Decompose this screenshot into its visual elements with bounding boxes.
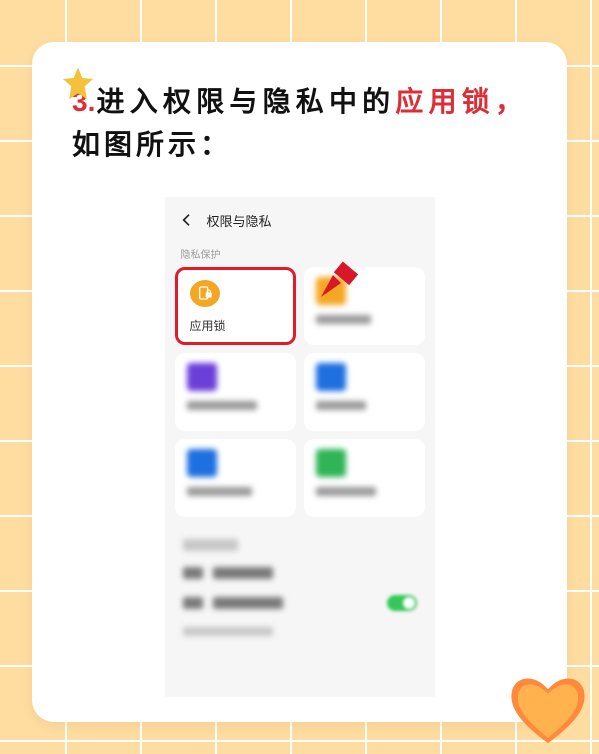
blurred-text	[183, 627, 273, 636]
blurred-text	[213, 567, 273, 579]
blurred-icon	[187, 449, 217, 477]
app-lock-icon	[190, 280, 220, 307]
blurred-label	[316, 315, 371, 324]
blurred-label	[187, 401, 257, 410]
tile-blurred-5[interactable]	[304, 439, 425, 517]
toggle-switch[interactable]	[387, 595, 417, 611]
blurred-label	[187, 487, 252, 496]
heart-icon	[503, 664, 593, 754]
blurred-label	[316, 401, 366, 410]
blurred-row	[183, 539, 417, 551]
blurred-row	[183, 567, 417, 579]
tile-blurred-3[interactable]	[304, 353, 425, 431]
blurred-icon	[316, 363, 346, 391]
phone-header: 权限与隐私	[165, 197, 435, 240]
blurred-row	[183, 627, 417, 636]
instruction-part2: 如图所示：	[72, 129, 232, 160]
tutorial-card: 3.进入权限与隐私中的应用锁，如图所示： 权限与隐私 隐私保护	[32, 42, 567, 722]
instruction-highlight: 应用锁，	[395, 86, 527, 117]
blurred-label	[316, 487, 376, 496]
tile-app-lock-label: 应用锁	[190, 317, 283, 334]
tile-blurred-2[interactable]	[175, 353, 296, 431]
tile-blurred-4[interactable]	[175, 439, 296, 517]
blurred-text	[183, 597, 203, 609]
star-icon	[58, 64, 98, 104]
settings-grid: 应用锁	[165, 267, 435, 517]
back-arrow-icon[interactable]	[179, 212, 195, 228]
section-label: 隐私保护	[165, 240, 435, 267]
blurred-icon	[316, 449, 346, 477]
blurred-icon	[187, 363, 217, 391]
blurred-text	[183, 567, 203, 579]
red-arrow-icon	[313, 255, 363, 305]
tile-app-lock[interactable]: 应用锁	[175, 267, 296, 345]
blurred-text	[183, 539, 238, 551]
lower-section	[165, 529, 435, 646]
instruction-text: 3.进入权限与隐私中的应用锁，如图所示：	[72, 80, 527, 167]
blurred-row-toggle[interactable]	[183, 595, 417, 611]
blurred-text	[213, 597, 283, 609]
screen-title: 权限与隐私	[207, 211, 272, 230]
phone-screenshot: 权限与隐私 隐私保护 应用锁	[165, 197, 435, 697]
instruction-part1: 进入权限与隐私中的	[95, 86, 395, 117]
